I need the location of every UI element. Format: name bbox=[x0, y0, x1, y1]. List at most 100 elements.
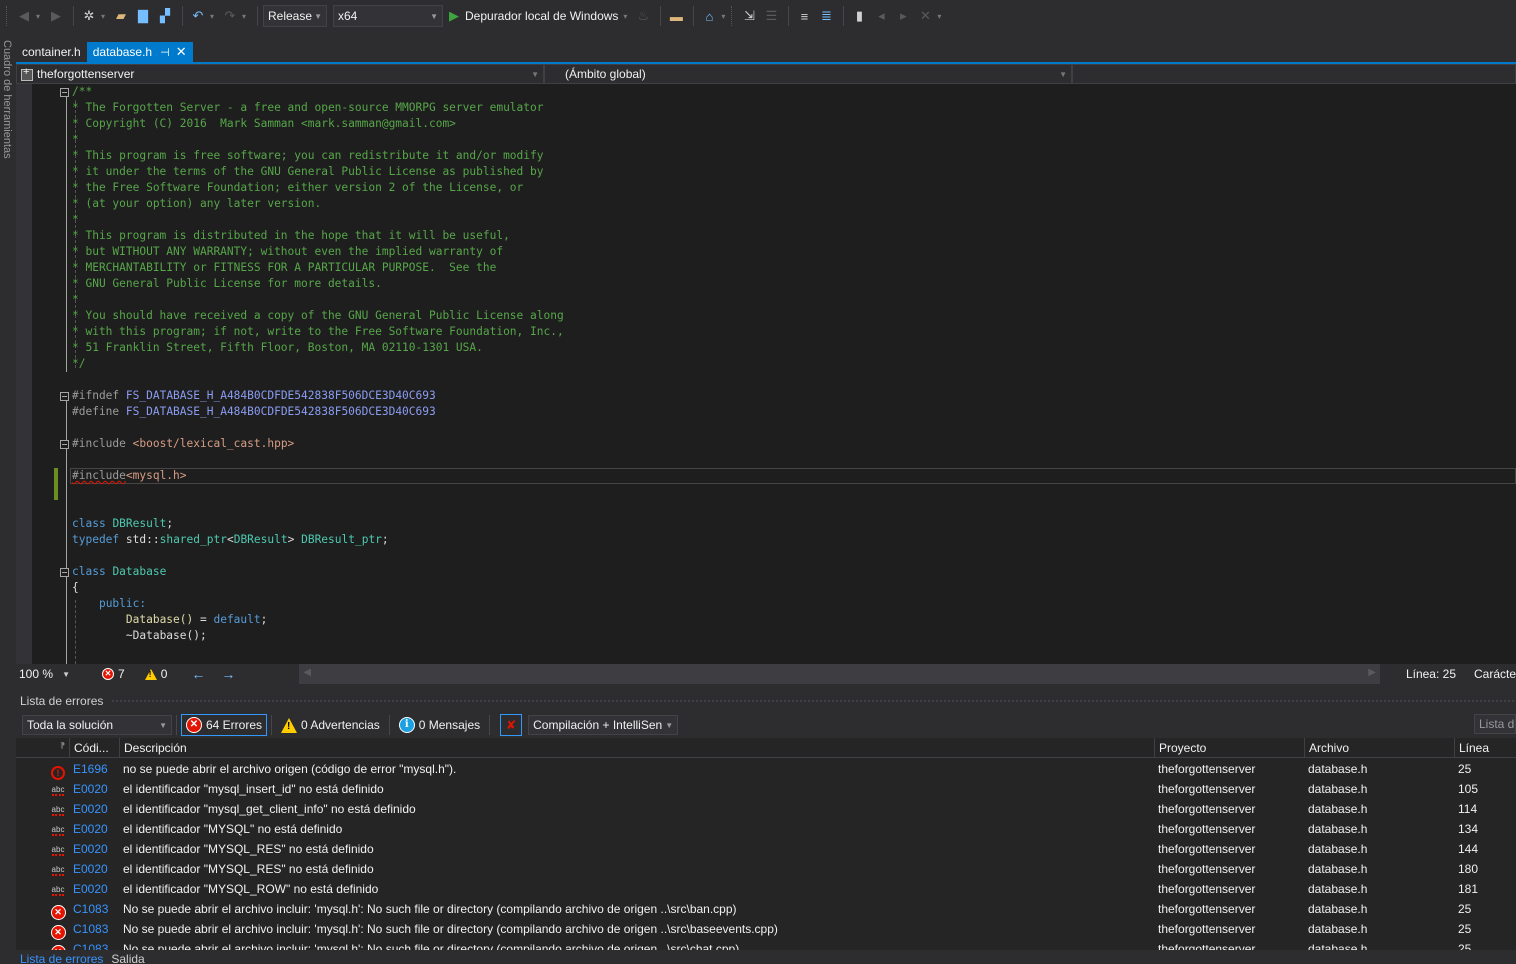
step-out-icon[interactable]: ☰ bbox=[761, 5, 781, 27]
new-item-dropdown-icon[interactable]: ▾ bbox=[101, 12, 109, 21]
error-row[interactable]: abc E0020 el identificador "MYSQL_RES" no … bbox=[16, 859, 1516, 879]
messages-filter-label: 0 Mensajes bbox=[418, 718, 481, 732]
tab-error-list[interactable]: Lista de errores bbox=[16, 952, 107, 964]
error-list-search-input[interactable]: Lista de bbox=[1474, 714, 1516, 734]
bookmark-icon[interactable]: ▮ bbox=[849, 5, 869, 27]
error-code[interactable]: E1696 bbox=[73, 759, 108, 779]
horizontal-scrollbar[interactable]: ◀ ▶ bbox=[299, 664, 1380, 684]
next-issue-icon[interactable]: → bbox=[221, 666, 235, 682]
toolbar-grip[interactable] bbox=[731, 6, 735, 26]
window-icon[interactable]: ⌂ bbox=[699, 5, 719, 27]
find-in-files-icon[interactable]: ▬ bbox=[666, 5, 686, 27]
close-icon[interactable]: ✕ bbox=[176, 44, 187, 60]
column-header-file[interactable]: Archivo bbox=[1304, 738, 1454, 758]
column-header-line[interactable]: Línea bbox=[1454, 738, 1516, 758]
code-line: class Database bbox=[72, 565, 167, 578]
error-code[interactable]: E0020 bbox=[73, 819, 108, 839]
tab-output[interactable]: Salida bbox=[107, 952, 148, 964]
error-project: theforgottenserver bbox=[1158, 862, 1256, 876]
collapse-icon[interactable] bbox=[60, 392, 69, 401]
start-debugging-button[interactable]: ▶ Depurador local de Windows ▾ bbox=[449, 8, 633, 24]
code-line: { bbox=[72, 581, 79, 594]
redo-dropdown-icon[interactable]: ▾ bbox=[242, 12, 250, 21]
comment-icon[interactable]: ≣ bbox=[816, 5, 836, 27]
column-header-project[interactable]: Proyecto bbox=[1154, 738, 1304, 758]
warnings-filter-button[interactable]: 0 Advertencias bbox=[276, 714, 385, 736]
error-row[interactable]: ✕ C1083 No se puede abrir el archivo inclu… bbox=[16, 919, 1516, 940]
error-row[interactable]: ! E1696 no se puede abrir el archivo orige… bbox=[16, 759, 1516, 780]
error-code[interactable]: C1083 bbox=[73, 939, 108, 950]
error-code[interactable]: C1083 bbox=[73, 919, 108, 939]
column-header-description[interactable]: Descripción bbox=[119, 738, 1154, 758]
collapse-icon[interactable] bbox=[60, 88, 69, 97]
error-list-title-bar[interactable]: Lista de errores bbox=[16, 690, 1516, 712]
warnings-indicator[interactable]: 0 bbox=[144, 667, 167, 681]
error-row[interactable]: ✕ C1083 No se puede abrir el archivo inclu… bbox=[16, 899, 1516, 920]
clear-bookmarks-icon[interactable]: ✕ bbox=[915, 5, 935, 27]
scroll-right-icon[interactable]: ▶ bbox=[1368, 667, 1376, 678]
error-code[interactable]: E0020 bbox=[73, 799, 108, 819]
collapse-icon[interactable] bbox=[60, 568, 69, 577]
error-row[interactable]: abc E0020 el identificador "MYSQL_ROW" no … bbox=[16, 879, 1516, 899]
indent-icon[interactable]: ≡ bbox=[794, 5, 814, 27]
errors-filter-button[interactable]: ✕ 64 Errores bbox=[181, 714, 268, 736]
save-all-icon[interactable]: ▞ bbox=[155, 5, 175, 27]
chevron-down-icon[interactable]: ▾ bbox=[623, 12, 631, 21]
zoom-dropdown[interactable]: 100 % ▼ bbox=[16, 665, 74, 683]
hot-reload-icon[interactable]: ♨ bbox=[633, 5, 653, 27]
window-dropdown-icon[interactable]: ▾ bbox=[721, 12, 729, 21]
error-icon: ✕ bbox=[102, 668, 114, 680]
scope-dropdown[interactable]: (Ámbito global) ▼ bbox=[544, 64, 1072, 84]
previous-issue-icon[interactable]: ← bbox=[191, 666, 205, 682]
toolbar-overflow-icon[interactable]: ▾ bbox=[937, 12, 945, 21]
forward-icon[interactable]: ▶ bbox=[46, 5, 66, 27]
error-code[interactable]: E0020 bbox=[73, 859, 108, 879]
tab-database-h[interactable]: database.h ⊣ ✕ bbox=[86, 42, 193, 62]
prev-bookmark-icon[interactable]: ◂ bbox=[871, 5, 891, 27]
open-folder-icon[interactable]: ▰ bbox=[111, 5, 131, 27]
scope-filter-select[interactable]: Toda la solución ▼ bbox=[22, 715, 172, 735]
next-bookmark-icon[interactable]: ▸ bbox=[893, 5, 913, 27]
error-row[interactable]: abc E0020 el identificador "MYSQL" no está… bbox=[16, 819, 1516, 839]
messages-filter-button[interactable]: i 0 Mensajes bbox=[394, 714, 485, 736]
step-into-icon[interactable]: ⇲ bbox=[739, 5, 759, 27]
toolbar-separator bbox=[660, 6, 662, 26]
new-item-icon[interactable]: ✲ bbox=[79, 5, 99, 27]
toolbox-side-tab[interactable]: Cuadro de herramientas bbox=[0, 36, 14, 666]
column-header-code[interactable]: Códi... bbox=[69, 738, 119, 758]
pin-icon[interactable]: ⊣ bbox=[160, 46, 170, 59]
undo-dropdown-icon[interactable]: ▾ bbox=[210, 12, 218, 21]
scope-name: (Ámbito global) bbox=[565, 67, 646, 81]
code-line: * bbox=[72, 293, 79, 306]
error-row[interactable]: abc E0020 el identificador "mysql_insert_i… bbox=[16, 779, 1516, 799]
toolbar-grip[interactable] bbox=[6, 6, 10, 26]
error-row[interactable]: abc E0020 el identificador "mysql_get_clie… bbox=[16, 799, 1516, 819]
tab-container-h[interactable]: container.h bbox=[16, 42, 87, 62]
errors-filter-label: 64 Errores bbox=[206, 718, 263, 732]
source-filter-select[interactable]: Compilación + IntelliSen ▼ bbox=[528, 715, 679, 735]
column-icon[interactable]: ⁋ bbox=[42, 738, 70, 758]
error-code[interactable]: C1083 bbox=[73, 899, 108, 919]
error-row[interactable]: abc E0020 el identificador "MYSQL_RES" no … bbox=[16, 839, 1516, 859]
error-code[interactable]: E0020 bbox=[73, 779, 108, 799]
errors-indicator[interactable]: ✕ 7 bbox=[102, 667, 125, 681]
redo-icon[interactable]: ↷ bbox=[220, 5, 240, 27]
back-icon[interactable]: ◀ bbox=[14, 5, 34, 27]
clear-filter-button[interactable]: ✘ bbox=[500, 714, 523, 736]
intellisense-error-icon: abc bbox=[51, 845, 65, 856]
save-icon[interactable]: ▇ bbox=[133, 5, 153, 27]
project-name: theforgottenserver bbox=[37, 67, 135, 81]
scroll-left-icon[interactable]: ◀ bbox=[303, 667, 311, 678]
back-dropdown-icon[interactable]: ▾ bbox=[36, 12, 44, 21]
error-code[interactable]: E0020 bbox=[73, 839, 108, 859]
configuration-select[interactable]: Release ▼ bbox=[263, 5, 327, 27]
error-row[interactable]: ✕ C1083 No se puede abrir el archivo inclu… bbox=[16, 939, 1516, 950]
error-code[interactable]: E0020 bbox=[73, 879, 108, 899]
collapse-icon[interactable] bbox=[60, 440, 69, 449]
code-editor[interactable]: /** * The Forgotten Server - a free and o… bbox=[16, 84, 1516, 664]
project-dropdown[interactable]: theforgottenserver ▼ bbox=[16, 64, 544, 84]
platform-select[interactable]: x64 ▼ bbox=[333, 5, 443, 27]
undo-icon[interactable]: ↶ bbox=[188, 5, 208, 27]
code-line: * The Forgotten Server - a free and open… bbox=[72, 101, 544, 114]
member-dropdown[interactable] bbox=[1072, 64, 1516, 84]
